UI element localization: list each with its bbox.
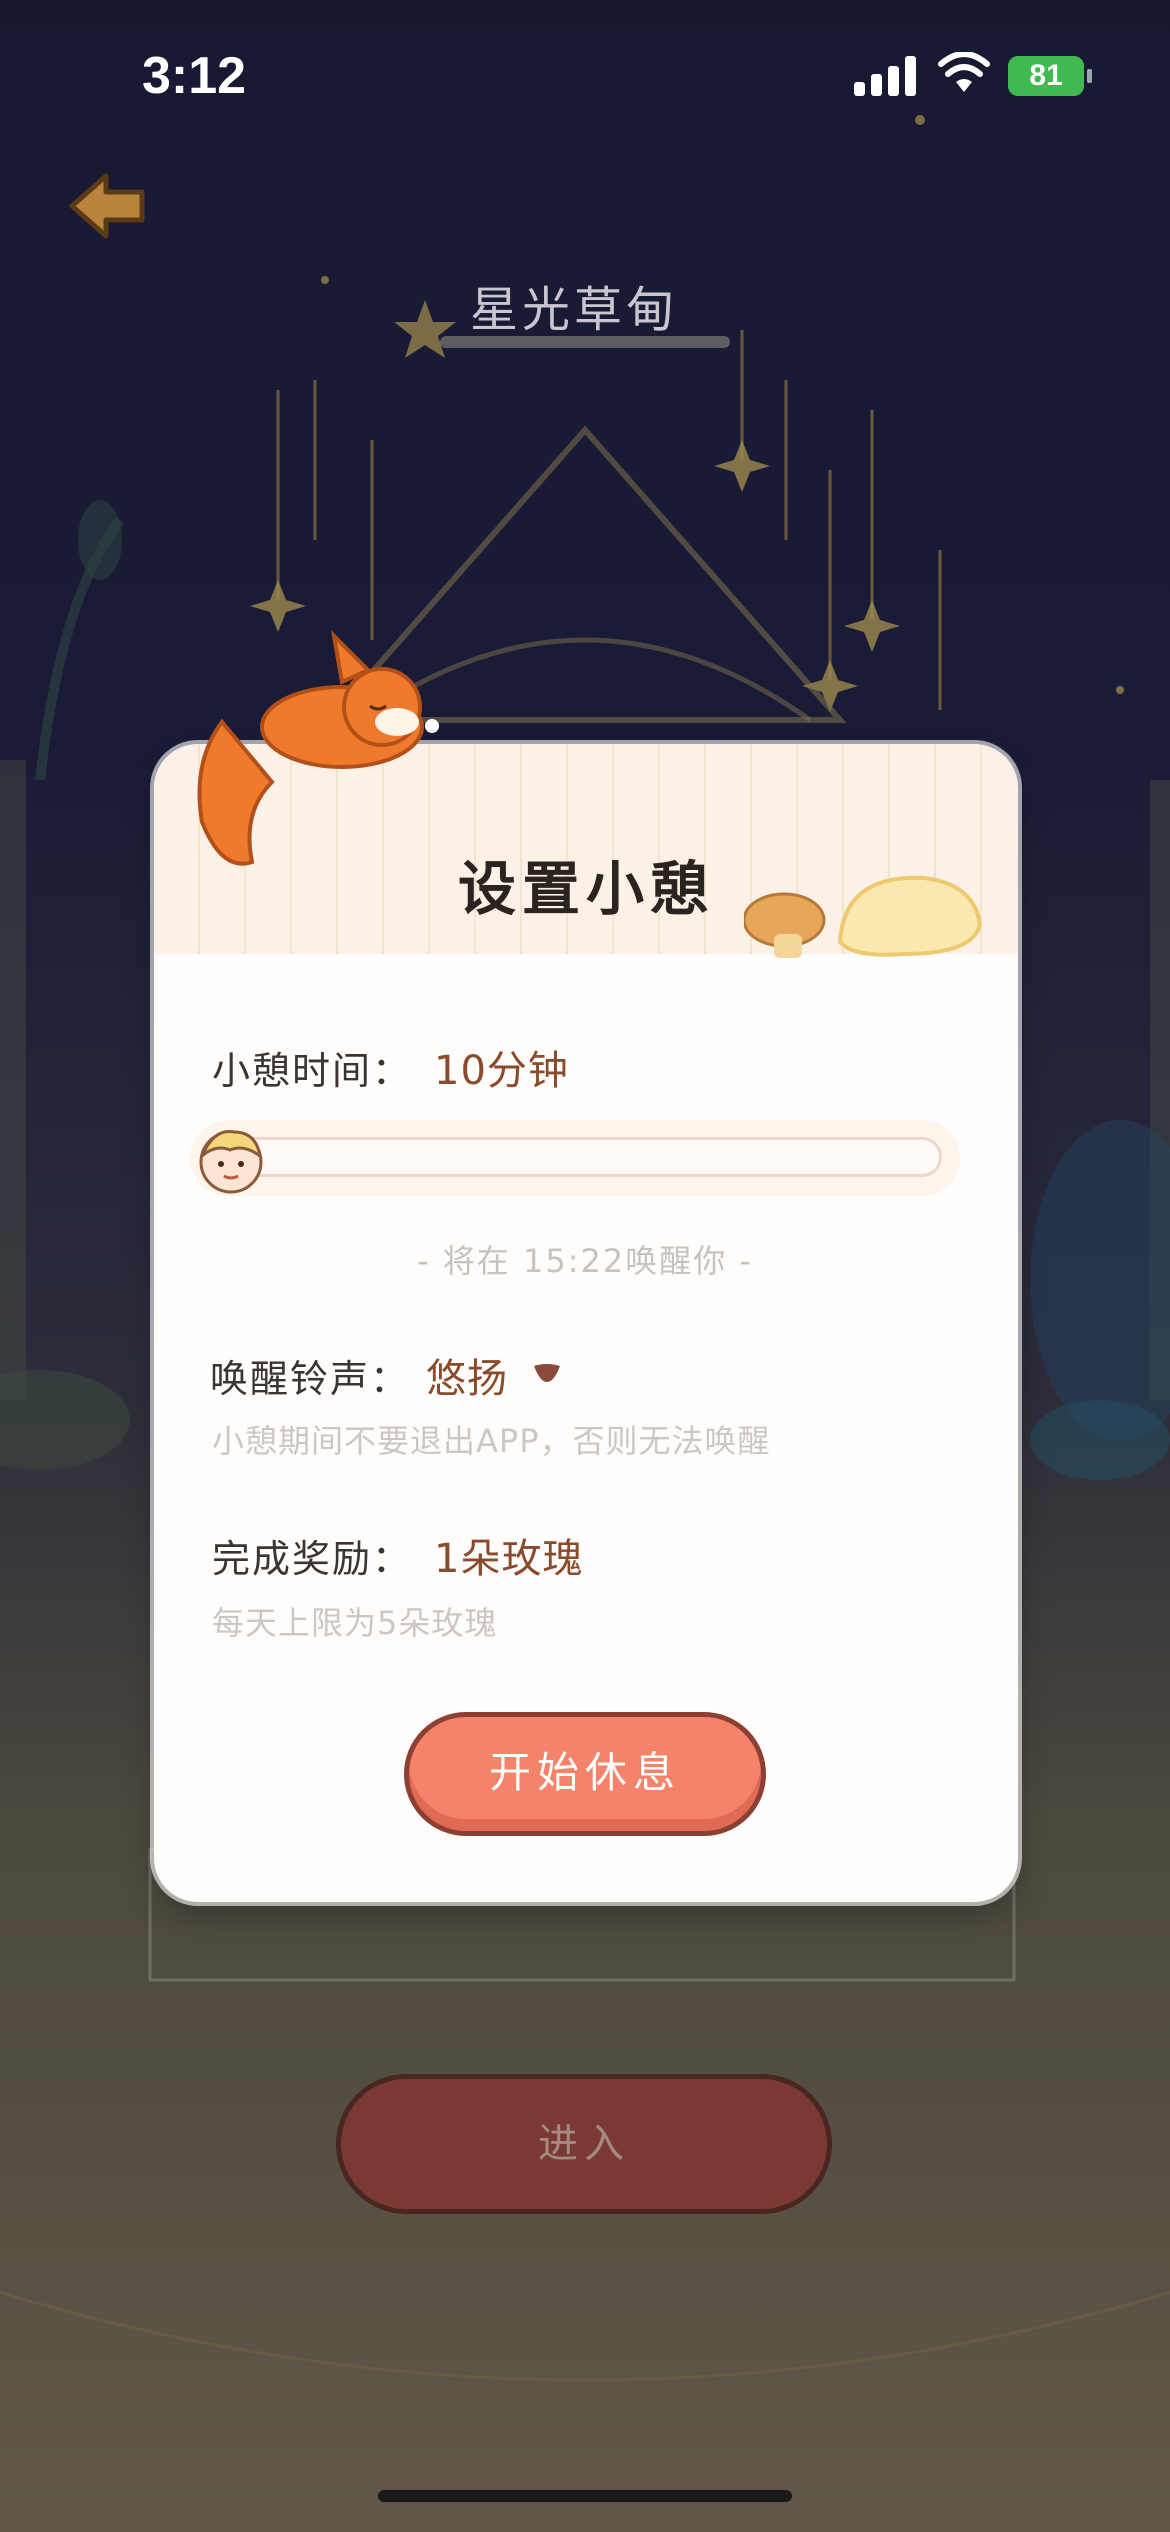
battery-level: 81 — [1029, 59, 1063, 92]
scene-title-underline — [440, 336, 730, 348]
start-rest-button[interactable]: 开始休息 — [404, 1712, 766, 1836]
reward-value: 1朵玫瑰 — [434, 1536, 584, 1582]
battery-icon: 81 — [1008, 56, 1092, 96]
ringtone-hint: 小憩期间不要退出APP，否则无法唤醒 — [212, 1422, 771, 1460]
enter-button[interactable]: 进入 — [336, 2074, 832, 2214]
scene-title: 星光草甸 — [470, 282, 679, 338]
duration-label: 小憩时间： — [212, 1049, 413, 1093]
status-time: 3:12 — [142, 47, 247, 105]
back-arrow-icon[interactable] — [66, 168, 150, 244]
duration-value: 10分钟 — [434, 1048, 569, 1094]
chevron-down-icon[interactable] — [532, 1362, 562, 1384]
home-indicator — [378, 2490, 792, 2502]
avatar-thumb-icon[interactable] — [194, 1124, 268, 1194]
fox-icon — [197, 630, 439, 866]
reward-label: 完成奖励： — [212, 1537, 413, 1581]
beanbag-icon — [744, 875, 983, 958]
wake-time-notice: - 将在 15:22唤醒你 - — [417, 1242, 753, 1280]
wifi-icon — [938, 52, 990, 92]
signal-icon — [854, 56, 916, 96]
ringtone-label: 唤醒铃声： — [210, 1357, 411, 1401]
status-bar: 3:12 81 — [0, 0, 1170, 150]
reward-hint: 每天上限为5朵玫瑰 — [212, 1604, 498, 1642]
ringtone-value[interactable]: 悠扬 — [426, 1346, 508, 1404]
duration-slider[interactable] — [204, 1137, 942, 1177]
